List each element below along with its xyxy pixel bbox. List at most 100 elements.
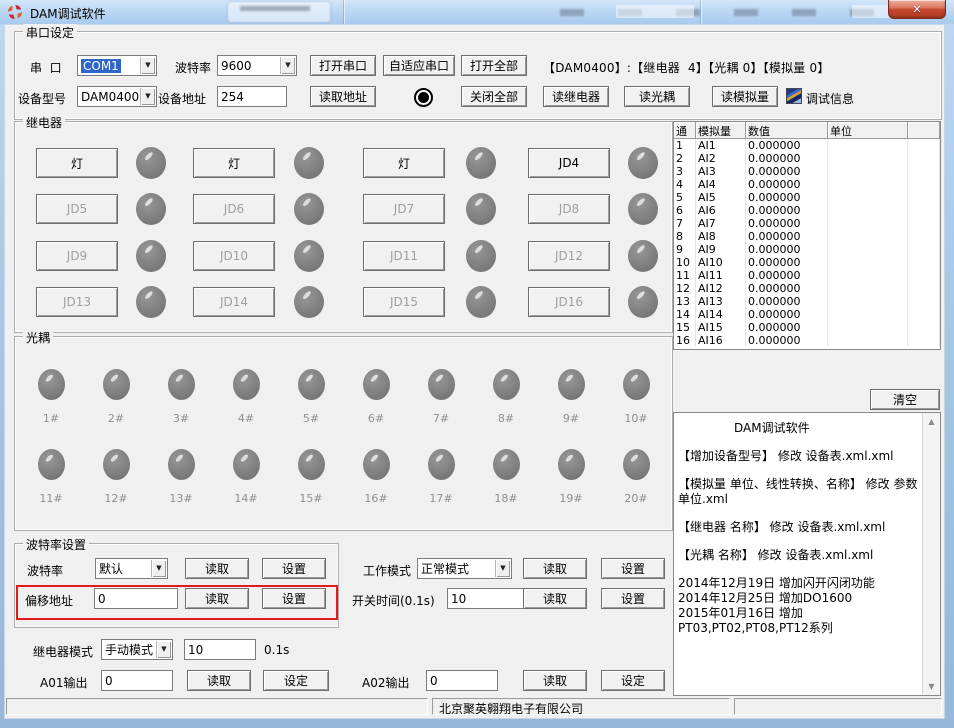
ao1-read-button[interactable]: 读取: [187, 670, 251, 691]
auto-port-button[interactable]: 自适应串口: [383, 55, 455, 76]
ao2-set-button[interactable]: 设定: [601, 670, 665, 691]
table-row[interactable]: 3AI30.000000: [674, 165, 940, 178]
table-cell: 0.000000: [746, 243, 828, 256]
model-select[interactable]: DAM0400 ▼: [77, 86, 157, 107]
address-input[interactable]: 254: [217, 86, 287, 107]
relay-button-6: JD6: [193, 194, 275, 224]
info-line: 【增加设备型号】 修改 设备表.xml.xml: [678, 449, 921, 464]
table-cell: [908, 334, 940, 347]
ao2-read-button[interactable]: 读取: [523, 670, 587, 691]
table-row[interactable]: 1AI10.000000: [674, 139, 940, 152]
clear-button[interactable]: 清空: [870, 389, 940, 410]
scroll-down-icon[interactable]: ▼: [923, 679, 940, 694]
table-row[interactable]: 10AI100.000000: [674, 256, 940, 269]
opto-channel: 17#: [415, 449, 467, 505]
table-cell: 1: [674, 139, 696, 152]
table-header-cell[interactable]: 模拟量: [696, 122, 746, 139]
relay-mode-select[interactable]: 手动模式 ▼: [101, 639, 173, 660]
info-scrollbar[interactable]: ▲ ▼: [922, 413, 940, 695]
close-all-button[interactable]: 关闭全部: [461, 86, 527, 107]
table-cell: 7: [674, 217, 696, 230]
read-address-button[interactable]: 读取地址: [310, 86, 376, 107]
table-row[interactable]: 11AI110.000000: [674, 269, 940, 282]
debug-info-label[interactable]: 调试信息: [806, 90, 854, 107]
dropdown-button[interactable]: ▼: [151, 560, 166, 577]
ao1-input[interactable]: 0: [101, 670, 173, 691]
opto-label: 17#: [429, 492, 452, 505]
dropdown-button[interactable]: ▼: [495, 560, 510, 577]
opto-row-2: 11#12#13#14#15#16#17#18#19#20#: [25, 449, 662, 505]
offset-input[interactable]: 0: [94, 588, 178, 609]
table-row[interactable]: 2AI20.000000: [674, 152, 940, 165]
opto-label: 18#: [494, 492, 517, 505]
table-row[interactable]: 13AI130.000000: [674, 295, 940, 308]
table-row[interactable]: 9AI90.000000: [674, 243, 940, 256]
table-row[interactable]: 15AI150.000000: [674, 321, 940, 334]
offset-read-button[interactable]: 读取: [185, 588, 249, 609]
open-port-button[interactable]: 打开串口: [310, 55, 376, 76]
dropdown-button[interactable]: ▼: [280, 57, 295, 74]
opto-channel: 3#: [155, 369, 207, 425]
baud-setting-select[interactable]: 默认 ▼: [95, 558, 168, 579]
open-all-button[interactable]: 打开全部: [461, 55, 527, 76]
table-cell: [828, 217, 908, 230]
scroll-up-icon[interactable]: ▲: [923, 414, 940, 429]
analog-table: 通模拟量数值单位 1AI10.0000002AI20.0000003AI30.0…: [673, 121, 941, 350]
baud-settings-group: 波特率设置: [14, 543, 339, 628]
switch-time-read-button[interactable]: 读取: [523, 588, 587, 609]
table-cell: [908, 230, 940, 243]
table-cell: 6: [674, 204, 696, 217]
table-cell: AI9: [696, 243, 746, 256]
status-cell: [734, 698, 942, 715]
table-row[interactable]: 8AI80.000000: [674, 230, 940, 243]
debug-info-icon[interactable]: [786, 88, 802, 104]
opto-led-4#: [233, 369, 260, 400]
read-relay-button[interactable]: 读继电器: [543, 86, 609, 107]
table-header-cell[interactable]: 数值: [746, 122, 828, 139]
dropdown-button[interactable]: ▼: [140, 88, 155, 105]
ao1-set-button[interactable]: 设定: [263, 670, 329, 691]
table-cell: [828, 165, 908, 178]
table-row[interactable]: 5AI50.000000: [674, 191, 940, 204]
read-opto-button[interactable]: 读光耦: [624, 86, 690, 107]
relay-button-9: JD9: [36, 241, 118, 271]
port-select[interactable]: COM1 ▼: [77, 55, 157, 76]
table-row[interactable]: 14AI140.000000: [674, 308, 940, 321]
relay-button-4[interactable]: JD4: [528, 148, 610, 178]
switch-time-set-button[interactable]: 设置: [601, 588, 665, 609]
table-header-cell[interactable]: 通: [674, 122, 696, 139]
table-cell: [828, 321, 908, 334]
table-cell: 8: [674, 230, 696, 243]
info-line: 【模拟量 单位、线性转换、名称】 修改 参数单位.xml: [678, 477, 921, 507]
table-row[interactable]: 4AI40.000000: [674, 178, 940, 191]
baud-select[interactable]: 9600 ▼: [217, 55, 297, 76]
relay-led-5: [136, 193, 166, 225]
relay-button-3[interactable]: 灯: [363, 148, 445, 178]
table-cell: [908, 178, 940, 191]
opto-label: 14#: [234, 492, 257, 505]
opto-led-19#: [558, 449, 585, 480]
work-mode-set-button[interactable]: 设置: [601, 558, 665, 579]
table-header-cell[interactable]: 单位: [828, 122, 908, 139]
baud-read-button[interactable]: 读取: [185, 558, 249, 579]
relay-button-2[interactable]: 灯: [193, 148, 275, 178]
table-row[interactable]: 6AI60.000000: [674, 204, 940, 217]
dropdown-button[interactable]: ▼: [156, 641, 171, 658]
relay-button-13: JD13: [36, 287, 118, 317]
info-panel-body: DAM调试软件【增加设备型号】 修改 设备表.xml.xml【模拟量 单位、线性…: [674, 413, 923, 695]
close-button[interactable]: ✕: [888, 0, 946, 19]
table-row[interactable]: 7AI70.000000: [674, 217, 940, 230]
relay-mode-time-input[interactable]: 10: [184, 639, 256, 660]
offset-set-button[interactable]: 设置: [262, 588, 326, 609]
table-row[interactable]: 12AI120.000000: [674, 282, 940, 295]
table-header-cell[interactable]: [908, 122, 940, 139]
ao2-input[interactable]: 0: [426, 670, 498, 691]
relay-button-1[interactable]: 灯: [36, 148, 118, 178]
work-mode-select[interactable]: 正常模式 ▼: [417, 558, 512, 579]
dropdown-button[interactable]: ▼: [140, 57, 155, 74]
read-analog-button[interactable]: 读模拟量: [712, 86, 778, 107]
table-row[interactable]: 16AI160.000000: [674, 334, 940, 347]
baud-set-button[interactable]: 设置: [262, 558, 326, 579]
work-mode-read-button[interactable]: 读取: [523, 558, 587, 579]
app-logo-icon: [7, 4, 23, 20]
